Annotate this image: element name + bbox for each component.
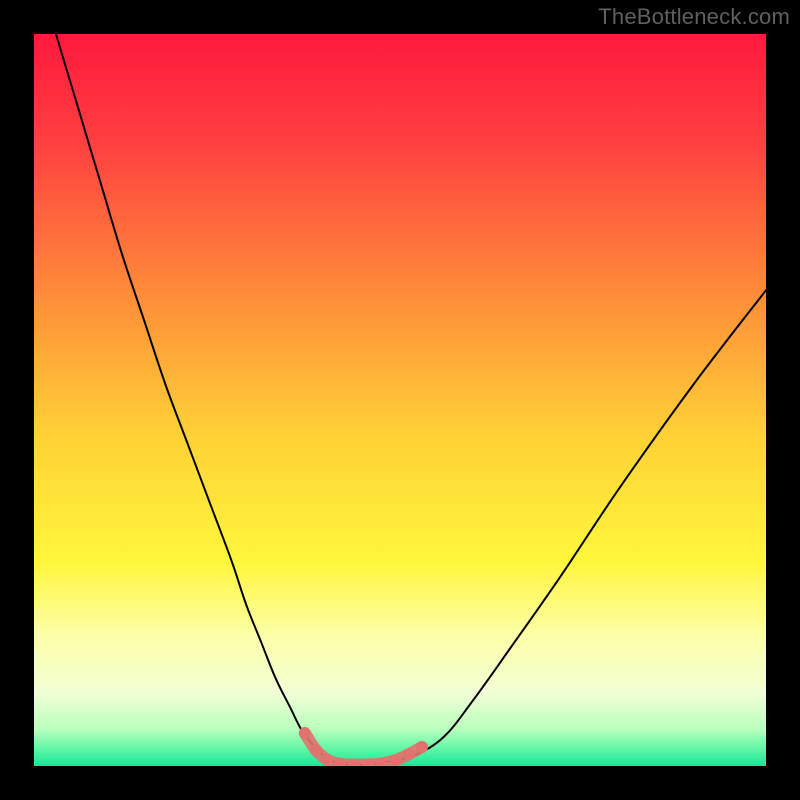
trough-marker [390,754,402,766]
trough-marker [310,744,322,756]
chart-frame: TheBottleneck.com [0,0,800,800]
plot-background [34,34,766,766]
trough-marker [321,753,333,765]
watermark-text: TheBottleneck.com [598,4,790,30]
chart-border [766,0,800,800]
bottleneck-chart [0,0,800,800]
trough-marker [416,741,428,753]
chart-border [0,0,34,800]
trough-marker [299,727,311,739]
trough-marker [403,748,415,760]
chart-border [0,766,800,800]
